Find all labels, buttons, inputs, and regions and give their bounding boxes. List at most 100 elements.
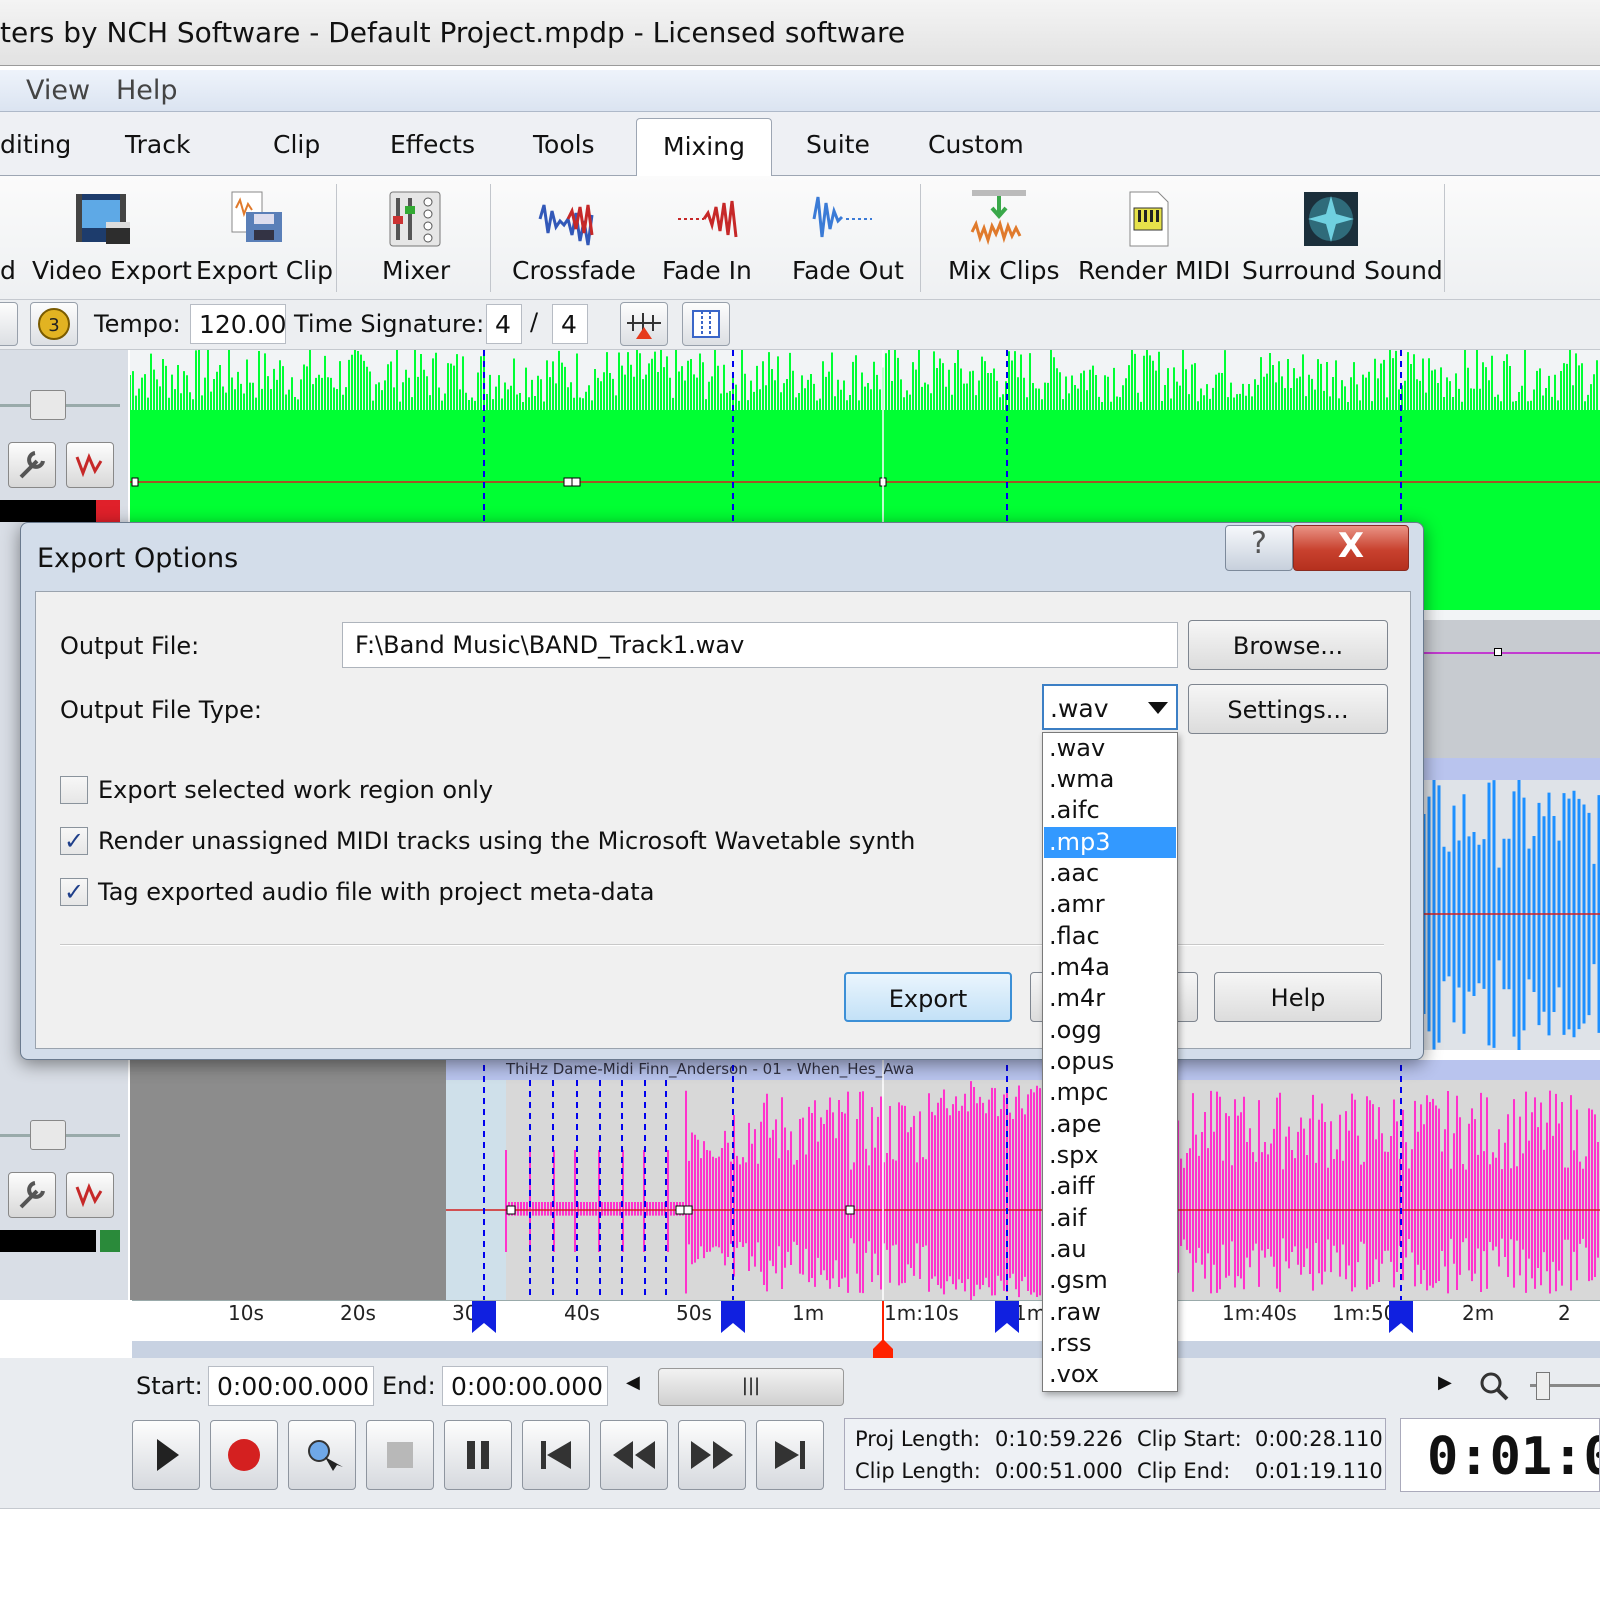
mixer-icon (389, 191, 441, 247)
zoom-icon[interactable] (1478, 1370, 1510, 1402)
clip-start-label: Clip Start: (1137, 1427, 1242, 1451)
mixer-button[interactable]: Mixer (372, 176, 456, 300)
play-button[interactable] (132, 1420, 200, 1490)
fast-forward-button[interactable] (678, 1420, 746, 1490)
record-button[interactable] (210, 1420, 278, 1490)
question-icon: ? (1251, 526, 1267, 561)
metronome-icon: 3 (38, 308, 70, 340)
pause-button[interactable] (444, 1420, 512, 1490)
time-signature-denominator[interactable]: 4 (552, 304, 588, 344)
render-midi-button[interactable]: Render MIDI (1076, 176, 1231, 300)
fade-out-button[interactable]: Fade Out (790, 176, 904, 300)
file-type-option[interactable]: .aif (1044, 1203, 1176, 1234)
rewind-button[interactable] (600, 1420, 668, 1490)
chevron-down-icon (1148, 702, 1168, 714)
ribbon-button-partial-label: d (0, 256, 16, 285)
time-display: 0:01:0 (1400, 1418, 1600, 1492)
file-type-option[interactable]: .m4r (1044, 983, 1176, 1014)
export-button[interactable]: Export (844, 972, 1012, 1022)
file-type-option[interactable]: .spx (1044, 1140, 1176, 1171)
video-export-icon (76, 194, 130, 244)
file-type-option[interactable]: .wav (1044, 733, 1176, 764)
tab-suite[interactable]: Suite (806, 130, 870, 159)
scrub-button[interactable] (288, 1420, 356, 1490)
menu-help[interactable]: Help (116, 75, 178, 106)
tab-track[interactable]: Track (125, 130, 190, 159)
close-icon: X (1337, 526, 1365, 566)
crossfade-label: Crossfade (512, 256, 636, 285)
file-type-option[interactable]: .m4a (1044, 952, 1176, 983)
end-input[interactable]: 0:00:00.000 (442, 1366, 608, 1406)
render-midi-checkbox[interactable]: ✓ (60, 827, 88, 855)
help-button[interactable]: Help (1214, 972, 1382, 1022)
file-type-option[interactable]: .rss (1044, 1328, 1176, 1359)
fade-in-button[interactable]: Fade In (660, 176, 752, 300)
menu-view[interactable]: View (26, 75, 90, 106)
output-file-label: Output File: (60, 632, 200, 660)
horizontal-scroll-thumb[interactable]: ||| (658, 1368, 844, 1406)
fade-in-icon (678, 200, 738, 238)
file-type-option-highlighted[interactable]: .mp3 (1044, 827, 1176, 858)
dialog-body: Output File: F:\Band Music\BAND_Track1.w… (35, 591, 1411, 1049)
ribbon-button-partial[interactable]: d (0, 176, 16, 300)
tempo-label: Tempo: (94, 310, 181, 338)
tempo-input[interactable]: 120.00 (190, 304, 286, 344)
tab-editing[interactable]: diting (0, 130, 71, 159)
file-type-option[interactable]: .mpc (1044, 1077, 1176, 1108)
export-clip-button[interactable]: Export Clip (196, 176, 333, 300)
tab-effects[interactable]: Effects (390, 130, 475, 159)
status-panel: Proj Length: 0:10:59.226 Clip Start: 0:0… (844, 1418, 1386, 1490)
snap-button[interactable] (620, 302, 668, 346)
time-signature-numerator[interactable]: 4 (486, 304, 522, 344)
export-region-checkbox[interactable] (60, 776, 88, 804)
tab-clip[interactable]: Clip (273, 130, 320, 159)
file-type-option[interactable]: .raw (1044, 1297, 1176, 1328)
tab-custom[interactable]: Custom (928, 130, 1024, 159)
file-type-option[interactable]: .flac (1044, 921, 1176, 952)
file-type-option[interactable]: .ogg (1044, 1015, 1176, 1046)
file-type-option[interactable]: .opus (1044, 1046, 1176, 1077)
ribbon-tabs: diting Track Clip Effects Tools Mixing S… (0, 112, 1600, 178)
browse-button[interactable]: Browse... (1188, 620, 1388, 670)
export-clip-icon (231, 191, 282, 242)
mixer-label: Mixer (382, 256, 451, 285)
file-type-select[interactable]: .wav (1042, 684, 1178, 730)
menu-bar: View Help (0, 70, 1600, 112)
file-type-option[interactable]: .gsm (1044, 1265, 1176, 1296)
dialog-help-button[interactable]: ? (1225, 525, 1293, 571)
stop-button[interactable] (366, 1420, 434, 1490)
crossfade-button[interactable]: Crossfade (510, 176, 636, 300)
scroll-right-icon[interactable]: ▶ (1438, 1372, 1452, 1393)
scroll-left-icon[interactable]: ◀ (626, 1372, 640, 1393)
zoom-slider-thumb[interactable] (1536, 1372, 1550, 1400)
file-type-option[interactable]: .au (1044, 1234, 1176, 1265)
output-file-input[interactable]: F:\Band Music\BAND_Track1.wav (342, 622, 1178, 668)
file-type-option[interactable]: .amr (1044, 889, 1176, 920)
file-type-option[interactable]: .ape (1044, 1109, 1176, 1140)
partial-tool-button[interactable] (0, 302, 18, 346)
skip-forward-icon (775, 1441, 805, 1469)
grid-button[interactable] (682, 302, 730, 346)
dialog-close-button[interactable]: X (1293, 525, 1409, 571)
video-export-label: Video Export (32, 256, 192, 285)
clip-end-value: 0:01:19.110 (1255, 1459, 1383, 1483)
clip-end-label: Clip End: (1137, 1459, 1231, 1483)
settings-button[interactable]: Settings... (1188, 684, 1388, 734)
surround-sound-button[interactable]: Surround Sound (1240, 176, 1443, 300)
file-type-option[interactable]: .aifc (1044, 795, 1176, 826)
file-type-option[interactable]: .aiff (1044, 1171, 1176, 1202)
go-to-end-button[interactable] (756, 1420, 824, 1490)
mix-clips-button[interactable]: Mix Clips (946, 176, 1060, 300)
go-to-start-button[interactable] (522, 1420, 590, 1490)
file-type-option[interactable]: .vox (1044, 1359, 1176, 1390)
video-export-button[interactable]: Video Export (30, 176, 192, 300)
file-type-option[interactable]: .wma (1044, 764, 1176, 795)
tag-metadata-checkbox[interactable]: ✓ (60, 878, 88, 906)
tab-mixing[interactable]: Mixing (636, 118, 772, 178)
metronome-button[interactable]: 3 (30, 302, 78, 346)
tab-tools[interactable]: Tools (533, 130, 595, 159)
file-type-dropdown-list: .wav .wma .aifc .mp3 .aac .amr .flac .m4… (1042, 732, 1178, 1392)
timeline-ruler[interactable]: 10s 20s 30 40s 50s 1m 1m:10s 1m:2 1m:40s… (132, 1300, 1600, 1359)
start-input[interactable]: 0:00:00.000 (208, 1366, 374, 1406)
file-type-option[interactable]: .aac (1044, 858, 1176, 889)
